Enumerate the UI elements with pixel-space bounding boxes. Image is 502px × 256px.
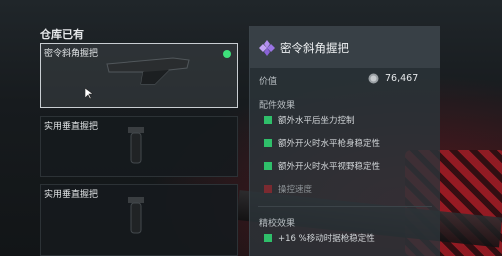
effect-row: 操控速度 <box>264 183 312 195</box>
item-detail-panel: 密令斜角握把 价值 76,467 配件效果 额外水平后坐力控制 额外开火时水平枪… <box>249 26 440 256</box>
effect-row: 额外开火时水平枪身稳定性 <box>264 137 380 149</box>
effect-row: 额外开火时水平视野稳定性 <box>264 160 380 172</box>
attachment-effects-heading: 配件效果 <box>259 101 296 111</box>
positive-effect-icon <box>264 162 272 170</box>
item-name: 密令斜角握把 <box>44 49 99 59</box>
inventory-item-vertical-grip-1[interactable]: 实用垂直握把 <box>40 116 238 177</box>
item-name: 实用垂直握把 <box>44 190 99 200</box>
item-name: 实用垂直握把 <box>44 122 99 132</box>
detail-header: 密令斜角握把 <box>250 26 440 68</box>
divider <box>258 206 432 207</box>
equipped-indicator-icon <box>223 50 231 58</box>
inventory-item-angled-grip[interactable]: 密令斜角握把 <box>40 43 238 108</box>
effect-text: 额外开火时水平枪身稳定性 <box>278 139 381 149</box>
mouse-cursor-icon <box>85 88 93 100</box>
positive-effect-icon <box>264 139 272 147</box>
rarity-diamond-icon <box>259 40 275 56</box>
detail-title: 密令斜角握把 <box>280 41 349 55</box>
price-label: 价值 <box>259 77 278 87</box>
price-value: 76,467 <box>385 73 419 84</box>
inventory-item-vertical-grip-2[interactable]: 实用垂直握把 <box>40 184 238 256</box>
positive-effect-icon <box>264 234 272 242</box>
effect-text: +16 %移动时据枪稳定性 <box>278 234 375 244</box>
angled-grip-icon <box>106 57 190 85</box>
negative-effect-icon <box>264 185 272 193</box>
effect-text: 额外开火时水平视野稳定性 <box>278 162 381 172</box>
effect-text: 操控速度 <box>278 185 313 195</box>
currency-coin-icon <box>368 73 379 84</box>
effect-text: 额外水平后坐力控制 <box>278 116 355 126</box>
vertical-grip-icon <box>128 127 144 164</box>
vertical-grip-icon <box>128 197 144 234</box>
positive-effect-icon <box>264 116 272 124</box>
inventory-title: 仓库已有 <box>40 28 84 41</box>
effect-row: 额外水平后坐力控制 <box>264 114 355 126</box>
tuning-effects-heading: 精校效果 <box>259 219 296 229</box>
tuning-effect-row: +16 %移动时据枪稳定性 <box>264 232 375 244</box>
